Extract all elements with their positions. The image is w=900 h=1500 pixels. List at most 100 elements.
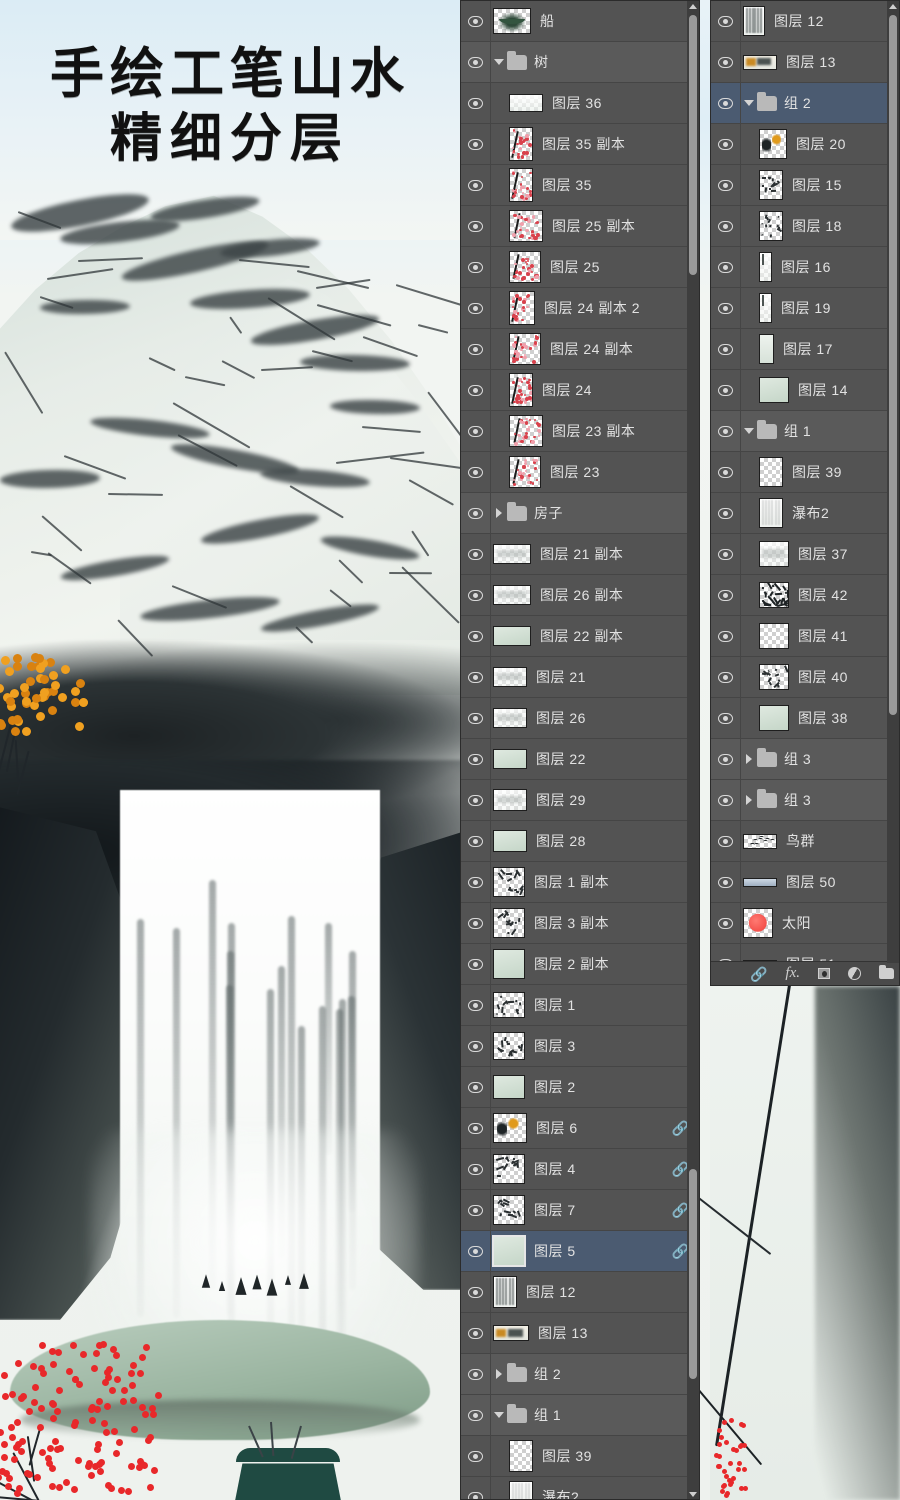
layer-row[interactable]: 图层 1 副本	[461, 862, 699, 903]
visibility-toggle[interactable]	[711, 657, 741, 697]
layer-row-body[interactable]: 图层 40	[741, 664, 899, 690]
visibility-toggle[interactable]	[461, 1026, 491, 1066]
layer-row-body[interactable]: 图层 28	[491, 830, 699, 852]
visibility-toggle[interactable]	[461, 1436, 491, 1476]
visibility-toggle[interactable]	[711, 739, 741, 779]
layer-row[interactable]: 图层 19	[711, 288, 899, 329]
chevron-down-icon[interactable]	[493, 56, 505, 68]
layer-row[interactable]: 图层 39	[711, 452, 899, 493]
layer-group-row[interactable]: 房子	[461, 493, 699, 534]
visibility-toggle[interactable]	[711, 206, 741, 246]
layer-row-body[interactable]: 图层 12	[741, 6, 899, 36]
layer-thumbnail[interactable]	[493, 749, 527, 769]
visibility-toggle[interactable]	[711, 411, 741, 451]
layer-thumbnail[interactable]	[509, 373, 533, 407]
layer-row-body[interactable]: 图层 25 副本	[491, 210, 699, 242]
layer-thumbnail[interactable]	[759, 582, 789, 608]
layer-row-body[interactable]: 房子	[491, 503, 699, 523]
layer-thumbnail[interactable]	[759, 457, 783, 487]
layer-thumbnail[interactable]	[509, 415, 543, 447]
visibility-toggle[interactable]	[461, 821, 491, 861]
layer-thumbnail[interactable]	[493, 908, 525, 938]
layer-row-body[interactable]: 太阳	[741, 908, 899, 938]
layer-thumbnail[interactable]	[493, 1154, 525, 1184]
layer-row-body[interactable]: 图层 6 🔗	[491, 1113, 699, 1143]
layer-thumbnail[interactable]	[759, 623, 789, 649]
layer-row-body[interactable]: 图层 35	[491, 168, 699, 202]
layer-row[interactable]: 图层 38	[711, 698, 899, 739]
layers-footer-toolbar[interactable]: 🔗 fx.	[711, 961, 899, 985]
scrollbar-left[interactable]	[687, 1, 699, 1500]
chevron-down-icon[interactable]	[743, 97, 755, 109]
layer-row-body[interactable]: 图层 3	[491, 1032, 699, 1060]
scroll-down-arrow-left[interactable]	[689, 1492, 697, 1497]
layer-row-body[interactable]: 图层 16	[741, 252, 899, 282]
layer-row-body[interactable]: 组 2	[741, 93, 899, 113]
chevron-right-icon[interactable]	[493, 507, 505, 519]
layer-thumbnail[interactable]	[493, 8, 531, 34]
layer-group-row[interactable]: 组 2	[461, 1354, 699, 1395]
visibility-toggle[interactable]	[711, 1, 741, 41]
visibility-toggle[interactable]	[711, 452, 741, 492]
scroll-up-arrow-right[interactable]	[889, 4, 897, 9]
visibility-toggle[interactable]	[461, 288, 491, 328]
visibility-toggle[interactable]	[461, 1354, 491, 1394]
scroll-up-arrow-left[interactable]	[689, 4, 697, 9]
layer-row-body[interactable]: 树	[491, 52, 699, 72]
visibility-toggle[interactable]	[461, 411, 491, 451]
layer-row-body[interactable]: 组 3	[741, 790, 899, 810]
layer-row[interactable]: 图层 14	[711, 370, 899, 411]
layer-row[interactable]: 图层 23	[461, 452, 699, 493]
layer-group-row[interactable]: 组 3	[711, 739, 899, 780]
visibility-toggle[interactable]	[461, 493, 491, 533]
layer-row-body[interactable]: 图层 25	[491, 251, 699, 283]
layer-row-body[interactable]: 图层 39	[741, 457, 899, 487]
new-group-icon[interactable]	[879, 968, 894, 979]
visibility-toggle[interactable]	[461, 780, 491, 820]
layer-row-body[interactable]: 图层 1 副本	[491, 867, 699, 897]
layer-thumbnail[interactable]	[759, 129, 787, 159]
layer-row-body[interactable]: 图层 17	[741, 334, 899, 364]
layer-row-body[interactable]: 图层 42	[741, 582, 899, 608]
visibility-toggle[interactable]	[461, 452, 491, 492]
visibility-toggle[interactable]	[461, 1, 491, 41]
layer-row-body[interactable]: 组 1	[741, 421, 899, 441]
layer-thumbnail[interactable]	[509, 1440, 533, 1472]
layer-thumbnail[interactable]	[759, 293, 772, 323]
layer-thumbnail[interactable]	[509, 251, 541, 283]
layer-row[interactable]: 图层 12	[711, 1, 899, 42]
visibility-toggle[interactable]	[461, 247, 491, 287]
layer-row-body[interactable]: 图层 37	[741, 541, 899, 567]
layer-row[interactable]: 太阳	[711, 903, 899, 944]
layer-row[interactable]: 图层 28	[461, 821, 699, 862]
visibility-toggle[interactable]	[461, 370, 491, 410]
layer-row-body[interactable]: 图层 36	[491, 93, 699, 113]
layer-thumbnail[interactable]	[509, 291, 535, 325]
layer-row[interactable]: 船	[461, 1, 699, 42]
layer-row-body[interactable]: 图层 19	[741, 293, 899, 323]
chevron-down-icon[interactable]	[493, 1409, 505, 1421]
layer-row[interactable]: 图层 41	[711, 616, 899, 657]
adjustment-icon[interactable]	[848, 967, 861, 980]
visibility-toggle[interactable]	[711, 165, 741, 205]
visibility-toggle[interactable]	[461, 575, 491, 615]
visibility-toggle[interactable]	[711, 247, 741, 287]
layer-row-body[interactable]: 组 1	[491, 1405, 699, 1425]
visibility-toggle[interactable]	[461, 329, 491, 369]
visibility-toggle[interactable]	[461, 1477, 491, 1500]
layer-row-body[interactable]: 图层 7 🔗	[491, 1195, 699, 1225]
layer-row-body[interactable]: 图层 3 副本	[491, 908, 699, 938]
layer-row[interactable]: 图层 17	[711, 329, 899, 370]
layer-row[interactable]: 图层 20	[711, 124, 899, 165]
chevron-right-icon[interactable]	[743, 794, 755, 806]
layer-thumbnail[interactable]	[493, 626, 531, 646]
layer-row[interactable]: 图层 22 副本	[461, 616, 699, 657]
layer-thumbnail[interactable]	[509, 210, 543, 242]
layer-row[interactable]: 瀑布2	[461, 1477, 699, 1500]
chevron-right-icon[interactable]	[743, 753, 755, 765]
chevron-down-icon[interactable]	[743, 425, 755, 437]
layer-thumbnail[interactable]	[493, 867, 525, 897]
visibility-toggle[interactable]	[461, 206, 491, 246]
layer-thumbnail[interactable]	[743, 908, 773, 938]
layer-thumbnail[interactable]	[493, 1236, 525, 1266]
